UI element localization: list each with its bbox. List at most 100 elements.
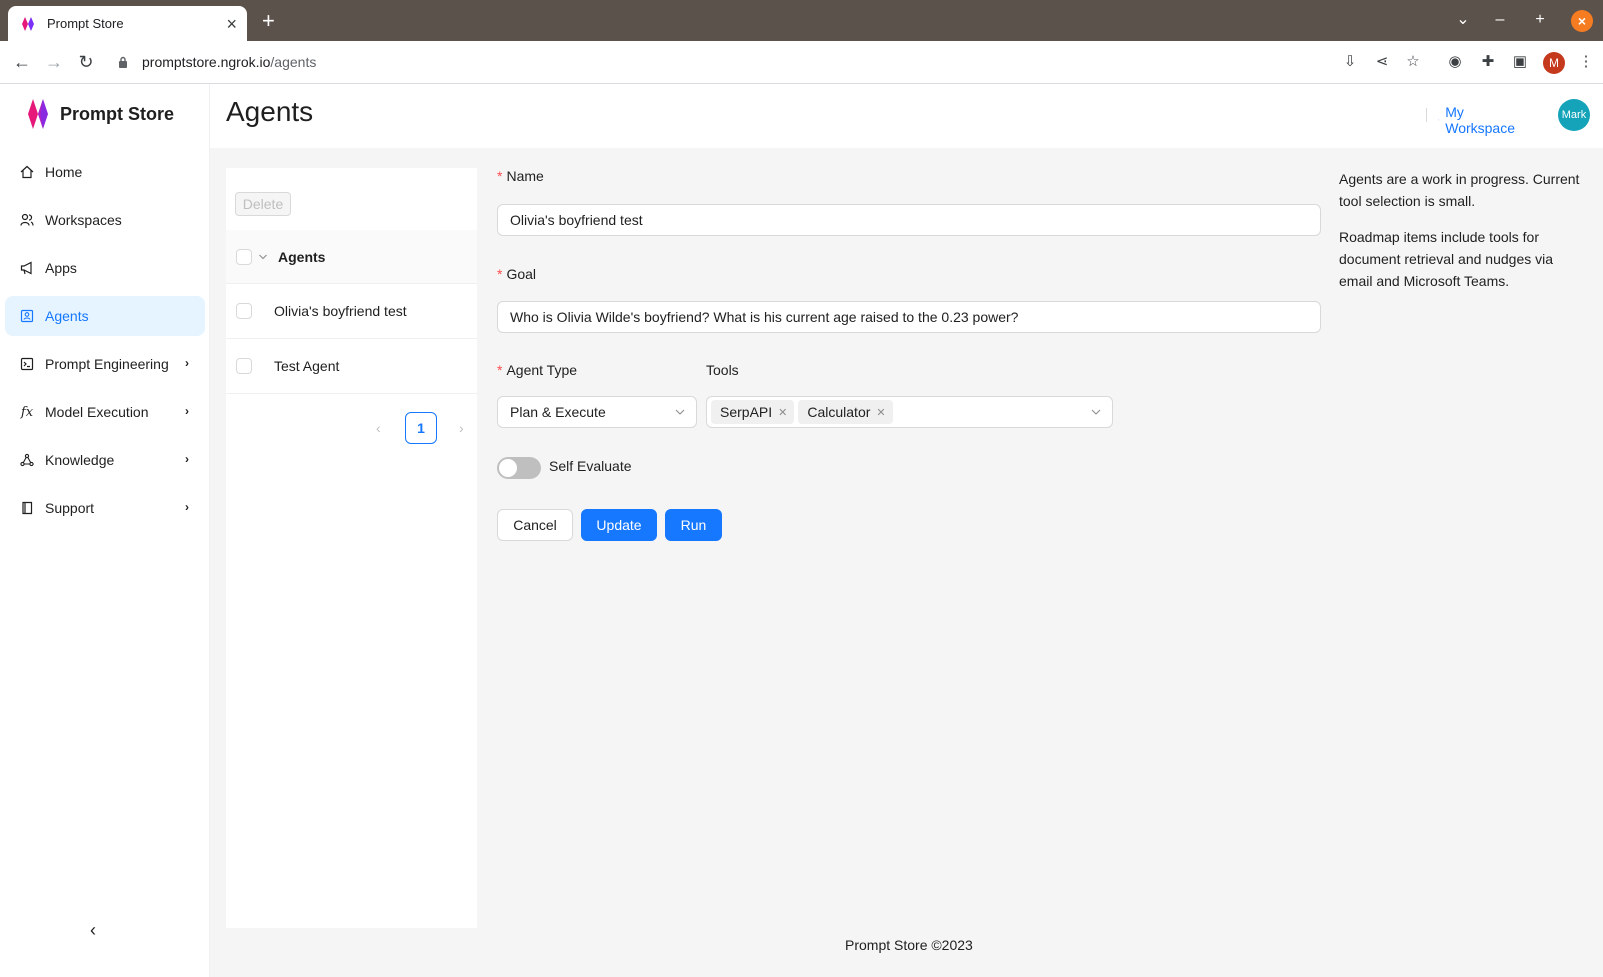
list-item[interactable]: Olivia's boyfriend test <box>226 284 477 339</box>
row-checkbox[interactable] <box>236 303 252 319</box>
sidebar-item-label: Agents <box>45 308 89 324</box>
home-icon <box>19 164 35 180</box>
agent-type-select[interactable]: Plan & Execute <box>497 396 697 428</box>
chevron-down-icon[interactable] <box>258 252 268 262</box>
back-icon[interactable]: ← <box>11 51 33 73</box>
chevron-right-icon: › <box>185 356 189 370</box>
help-paragraph: Agents are a work in progress. Current t… <box>1339 171 1580 209</box>
tab-close-icon[interactable]: × <box>226 15 237 33</box>
page-header: Agents <box>210 84 1603 148</box>
header-divider <box>1426 108 1427 122</box>
cancel-button[interactable]: Cancel <box>497 509 573 541</box>
select-all-checkbox[interactable] <box>236 248 252 265</box>
sidebar-item-label: Model Execution <box>45 404 149 420</box>
chevron-right-icon: › <box>185 500 189 514</box>
sidebar-item-label: Apps <box>45 260 77 276</box>
sidebar-item-workspaces[interactable]: Workspaces <box>5 200 205 240</box>
tool-tag-label: Calculator <box>807 404 871 420</box>
pagination: ‹ 1 › <box>226 412 477 444</box>
page-number[interactable]: 1 <box>405 412 437 444</box>
share-icon[interactable]: ⋖ <box>1372 52 1392 72</box>
list-item[interactable]: Test Agent <box>226 339 477 394</box>
app-root: Prompt Store Home Workspaces Apps Agents… <box>0 84 1603 977</box>
sidebar-item-home[interactable]: Home <box>5 152 205 192</box>
sidebar-item-knowledge[interactable]: Knowledge › <box>5 440 205 480</box>
browser-toolbar: ← → ↻ promptstore.ngrok.io/agents ⇩ ⋖ ☆ … <box>0 41 1603 84</box>
chevron-right-icon: › <box>185 404 189 418</box>
reload-icon[interactable]: ↻ <box>75 51 97 73</box>
new-tab-icon[interactable]: + <box>262 8 275 34</box>
tool-tag-label: SerpAPI <box>720 404 773 420</box>
self-evaluate-label: Self Evaluate <box>549 458 632 474</box>
self-evaluate-toggle[interactable] <box>497 457 541 479</box>
collapse-sidebar-icon[interactable]: ‹ <box>90 920 96 941</box>
graph-icon <box>19 452 35 468</box>
tools-label: Tools <box>706 362 739 378</box>
tool-tag: SerpAPI ✕ <box>711 400 795 424</box>
prompt-store-logo-icon <box>28 99 48 129</box>
tools-select[interactable]: SerpAPI ✕ Calculator ✕ <box>706 396 1113 428</box>
browser-tab[interactable]: Prompt Store × <box>8 6 247 41</box>
terminal-icon <box>19 356 35 372</box>
sidebar-item-label: Workspaces <box>45 212 122 228</box>
tab-search-icon[interactable]: ⌄ <box>1453 10 1473 30</box>
tool-tag: Calculator ✕ <box>798 400 893 424</box>
sidebar-item-support[interactable]: Support › <box>5 488 205 528</box>
bookmark-star-icon[interactable]: ☆ <box>1403 52 1423 72</box>
sidebar-item-label: Support <box>45 500 95 516</box>
sidebar: Prompt Store Home Workspaces Apps Agents… <box>0 84 210 977</box>
sidebar-menu: Home Workspaces Apps Agents Prompt Engin… <box>5 152 205 536</box>
agent-name[interactable]: Olivia's boyfriend test <box>274 303 407 319</box>
agent-icon <box>19 308 35 324</box>
sidebar-item-apps[interactable]: Apps <box>5 248 205 288</box>
function-icon: fx <box>20 404 34 420</box>
extension-shield-icon[interactable]: ◉ <box>1445 52 1465 72</box>
maximize-icon[interactable]: + <box>1530 10 1550 30</box>
chevron-left-icon[interactable]: ‹ <box>376 420 381 436</box>
profile-avatar[interactable]: M <box>1543 52 1565 74</box>
browser-menu-icon[interactable]: ⋮ <box>1576 52 1596 72</box>
forward-icon[interactable]: → <box>43 51 65 73</box>
prompt-store-favicon-icon <box>22 16 34 31</box>
url-host: promptstore.ngrok.io <box>142 54 271 70</box>
window-close-icon[interactable]: × <box>1571 10 1593 32</box>
run-button[interactable]: Run <box>665 509 722 541</box>
install-icon[interactable]: ⇩ <box>1340 52 1360 72</box>
sidebar-item-label: Prompt Engineering <box>45 356 169 372</box>
chevron-down-icon <box>1091 409 1101 415</box>
list-header: Agents <box>226 230 477 284</box>
extensions-puzzle-icon[interactable]: ✚ <box>1478 52 1498 72</box>
chevron-down-icon <box>675 409 685 415</box>
brand[interactable]: Prompt Store <box>26 98 174 130</box>
minimize-icon[interactable]: – <box>1490 10 1510 30</box>
lock-icon <box>119 56 127 68</box>
book-icon <box>19 500 35 516</box>
name-value: Olivia's boyfriend test <box>510 212 643 228</box>
help-paragraph: Roadmap items include tools for document… <box>1339 229 1554 289</box>
chevron-right-icon: › <box>185 452 189 466</box>
megaphone-icon <box>19 260 35 276</box>
tab-title: Prompt Store <box>47 16 124 31</box>
sidebar-item-agents[interactable]: Agents <box>5 296 205 336</box>
close-icon[interactable]: ✕ <box>778 406 787 419</box>
goal-field[interactable]: Who is Olivia Wilde's boyfriend? What is… <box>497 301 1321 333</box>
update-button[interactable]: Update <box>581 509 657 541</box>
toggle-knob <box>499 459 517 477</box>
name-field[interactable]: Olivia's boyfriend test <box>497 204 1321 236</box>
row-checkbox[interactable] <box>236 358 252 374</box>
delete-button[interactable]: Delete <box>235 192 291 216</box>
name-label: * Name <box>497 168 544 184</box>
address-bar[interactable]: promptstore.ngrok.io/agents <box>142 53 316 71</box>
workspace-label: My Workspace <box>1445 104 1516 136</box>
agent-type-label: * Agent Type <box>497 362 578 378</box>
chevron-right-icon[interactable]: › <box>459 420 464 436</box>
agent-name[interactable]: Test Agent <box>274 358 339 374</box>
side-panel-icon[interactable]: ▣ <box>1510 52 1530 72</box>
sidebar-item-prompt-engineering[interactable]: Prompt Engineering › <box>5 344 205 384</box>
sidebar-item-model-execution[interactable]: fx Model Execution › <box>5 392 205 432</box>
user-avatar[interactable]: Mark <box>1558 99 1590 131</box>
close-icon[interactable]: ✕ <box>876 406 885 419</box>
workspace-switcher[interactable]: My Workspace <box>1438 104 1515 136</box>
footer: Prompt Store ©2023 <box>845 937 973 953</box>
list-header-label: Agents <box>278 248 326 265</box>
